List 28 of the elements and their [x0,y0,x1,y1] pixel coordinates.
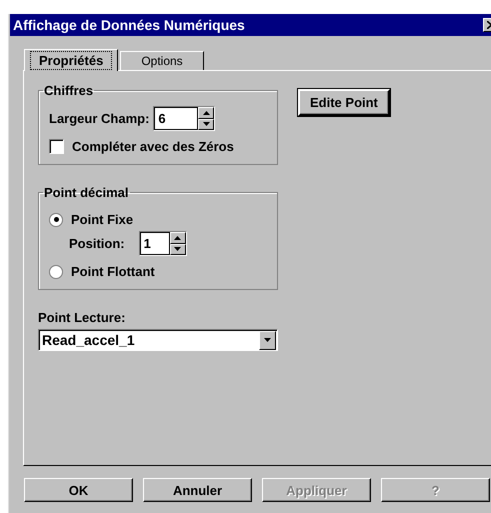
radio-button[interactable] [49,264,63,278]
spin-up-button[interactable] [198,107,214,118]
radio-button[interactable] [49,212,63,226]
tab[interactable]: Propriétés [24,49,118,71]
dialog-button[interactable]: OK [24,478,133,502]
point-dropdown[interactable]: Read_accel_1 [38,329,278,351]
dialog-button[interactable]: Annuler [143,478,252,502]
window-title: Affichage de Données Numériques [13,17,245,33]
radio-label: Point Flottant [71,264,155,279]
up-arrow-icon [202,110,210,115]
tab[interactable]: Options [120,51,204,70]
up-arrow-icon [174,236,182,240]
down-arrow-icon [174,247,182,252]
down-arrow-icon [202,122,210,126]
checkbox[interactable] [49,139,64,154]
field-label: Position: [69,236,125,251]
field-label: Largeur Champ: [49,111,150,126]
field-label: Point Lecture: [38,310,126,325]
spin-down-button[interactable] [198,118,214,130]
group-title: Point décimal [43,185,130,200]
width-field[interactable]: 6 [154,107,198,130]
edit-point-button[interactable]: Edite Point [298,89,390,116]
group-title: Chiffres [43,83,94,98]
checkbox-label: Compléter avec des Zéros [72,139,234,154]
dropdown-arrow-icon [264,338,271,342]
position-field[interactable]: 1 [140,232,170,255]
radio-label: Point Fixe [71,212,134,227]
spin-up-button[interactable] [170,232,186,244]
